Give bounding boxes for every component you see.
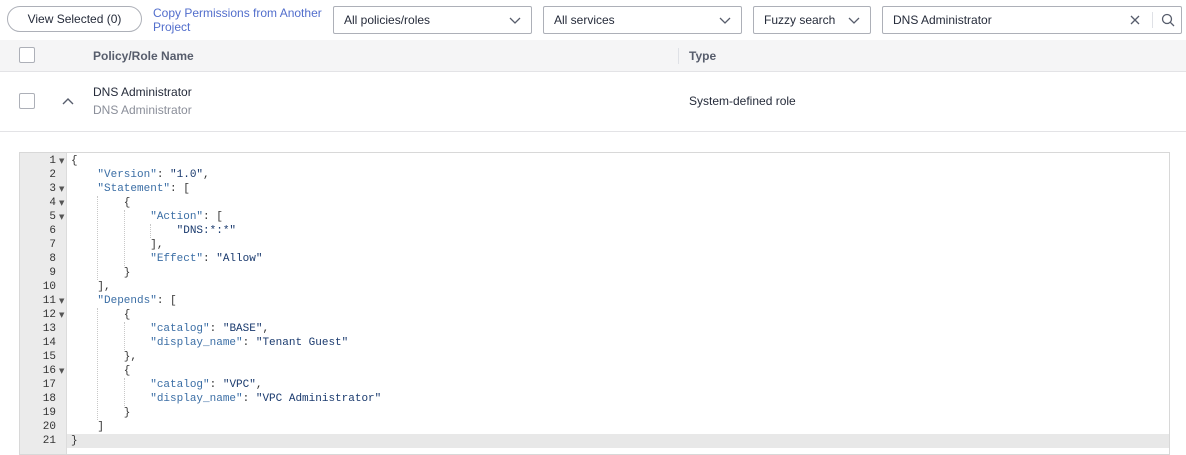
search-icon[interactable] (1161, 13, 1175, 27)
indent-guide (97, 308, 99, 420)
line-number: 21 (42, 435, 56, 447)
line-number: 18 (42, 393, 56, 405)
code-line: { (71, 365, 131, 377)
line-number: 5 (49, 211, 56, 223)
line-number: 11 (42, 295, 56, 307)
code-line: "display_name": "Tenant Guest" (150, 337, 349, 349)
column-header-type: Type (689, 49, 717, 63)
search-mode-value: Fuzzy search (764, 13, 836, 27)
column-header-name: Policy/Role Name (93, 49, 194, 63)
column-divider (678, 48, 679, 64)
fold-toggle-icon[interactable]: ▼ (59, 154, 65, 168)
search-box (882, 6, 1182, 34)
code-line: "catalog": "VPC", (150, 379, 263, 391)
code-line: { (71, 197, 131, 209)
table-header: Policy/Role Name Type (0, 40, 1186, 72)
active-line-highlight (67, 434, 1169, 448)
code-line: "catalog": "BASE", (150, 323, 270, 335)
line-number: 12 (42, 309, 56, 321)
role-description: DNS Administrator (93, 103, 192, 117)
code-line: "Version": "1.0", (97, 169, 210, 181)
line-number: 4 (49, 197, 56, 209)
code-line: "Depends": [ (97, 295, 177, 307)
indent-guide (123, 322, 125, 350)
line-number: 14 (42, 337, 56, 349)
line-number: 1 (49, 155, 56, 167)
chevron-down-icon (509, 17, 521, 24)
line-number: 16 (42, 365, 56, 377)
indent-guide (123, 378, 125, 406)
search-input[interactable] (893, 8, 1125, 32)
line-number: 10 (42, 281, 56, 293)
code-line: ] (71, 421, 105, 433)
line-number: 3 (49, 183, 56, 195)
role-type: System-defined role (689, 94, 796, 108)
select-all-checkbox[interactable] (19, 47, 35, 63)
policy-filter-select[interactable]: All policies/roles (333, 6, 532, 34)
view-selected-button[interactable]: View Selected (0) (7, 6, 142, 32)
code-line: "display_name": "VPC Administrator" (150, 393, 382, 405)
divider (1152, 12, 1153, 28)
code-line: { (71, 309, 131, 321)
code-line: "Statement": [ (97, 183, 190, 195)
code-line: } (71, 407, 131, 419)
fold-toggle-icon[interactable]: ▼ (59, 182, 65, 196)
fold-toggle-icon[interactable]: ▼ (59, 364, 65, 378)
line-number-gutter: 1 ▼ 2 3 ▼ 4 ▼ 5 ▼ 6 7 8 9 10 11 ▼ 12 ▼ 13 14 15 16 ▼ 17 18 19 20 21 (20, 153, 67, 454)
close-icon[interactable] (1128, 13, 1142, 27)
code-line: } (71, 435, 78, 447)
service-filter-select[interactable]: All services (543, 6, 742, 34)
line-number: 8 (49, 253, 56, 265)
policy-json-editor[interactable]: 1 ▼ 2 3 ▼ 4 ▼ 5 ▼ 6 7 8 9 10 11 ▼ 12 ▼ 13 14 15 16 ▼ 17 18 19 20 21… (19, 152, 1170, 455)
chevron-up-icon[interactable] (61, 96, 75, 106)
fold-toggle-icon[interactable]: ▼ (59, 196, 65, 210)
line-number: 2 (49, 169, 56, 181)
code-line: ], (71, 281, 111, 293)
line-number: 19 (42, 407, 56, 419)
copy-permissions-link[interactable]: Copy Permissions from Another Project (153, 6, 333, 34)
line-number: 20 (42, 421, 56, 433)
search-mode-select[interactable]: Fuzzy search (753, 6, 871, 34)
role-name: DNS Administrator (93, 85, 192, 99)
chevron-down-icon (848, 17, 860, 24)
fold-toggle-icon[interactable]: ▼ (59, 294, 65, 308)
indent-guide (97, 196, 99, 280)
code-line: } (71, 267, 131, 279)
line-number: 6 (49, 225, 56, 237)
line-number: 15 (42, 351, 56, 363)
indent-guide (123, 210, 125, 266)
service-filter-value: All services (554, 13, 615, 27)
policy-filter-value: All policies/roles (344, 13, 431, 27)
code-area[interactable]: { "Version": "1.0", "Statement": [ { "Ac… (67, 153, 1169, 454)
line-number: 17 (42, 379, 56, 391)
row-checkbox[interactable] (19, 93, 35, 109)
table-row: DNS Administrator DNS Administrator Syst… (0, 72, 1186, 132)
fold-toggle-icon[interactable]: ▼ (59, 308, 65, 322)
code-line: ], (71, 239, 164, 251)
line-number: 9 (49, 267, 56, 279)
code-line: "Action": [ (150, 211, 223, 223)
code-line: "Effect": "Allow" (150, 253, 263, 265)
line-number: 13 (42, 323, 56, 335)
indent-guide (150, 224, 152, 238)
toolbar: View Selected (0) Copy Permissions from … (0, 0, 1186, 40)
code-line: "DNS:*:*" (176, 225, 237, 237)
line-number: 7 (49, 239, 56, 251)
code-line: { (71, 155, 78, 167)
chevron-down-icon (719, 17, 731, 24)
fold-toggle-icon[interactable]: ▼ (59, 210, 65, 224)
code-line: }, (71, 351, 138, 363)
